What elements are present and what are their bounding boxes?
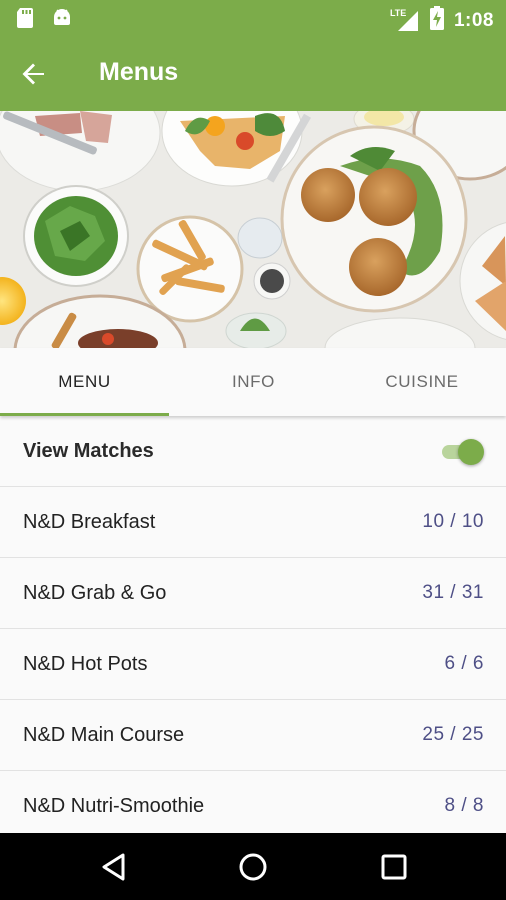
network-type-label: LTE [389, 7, 407, 18]
menu-count: 8 / 8 [444, 795, 484, 816]
menu-count: 10 / 10 [422, 511, 484, 532]
hero-image [0, 111, 506, 348]
menu-count: 25 / 25 [422, 724, 484, 745]
list-item[interactable]: N&D Breakfast 10 / 10 [0, 487, 506, 558]
back-button[interactable] [18, 58, 50, 90]
list-item[interactable]: N&D Nutri-Smoothie 8 / 8 [0, 771, 506, 833]
menu-count: 6 / 6 [444, 653, 484, 674]
tab-bar: MENU INFO CUISINE [0, 348, 506, 416]
arrow-left-icon [22, 63, 44, 85]
battery-charging-icon [429, 6, 444, 35]
menu-name: N&D Hot Pots [23, 652, 148, 675]
list-item[interactable]: N&D Main Course 25 / 25 [0, 700, 506, 771]
tab-info[interactable]: INFO [169, 348, 338, 416]
nav-back-button[interactable] [96, 849, 132, 885]
sd-card-icon [16, 7, 34, 34]
list-item[interactable]: N&D Hot Pots 6 / 6 [0, 629, 506, 700]
status-time: 1:08 [453, 9, 494, 31]
app-bar: Menus [0, 36, 506, 111]
back-triangle-icon [102, 853, 125, 881]
system-nav-bar [0, 833, 506, 900]
android-icon [52, 7, 72, 34]
menu-count: 31 / 31 [422, 582, 484, 603]
active-tab-indicator [0, 413, 169, 416]
status-bar: LTE 1:08 [0, 0, 506, 36]
home-circle-icon [239, 853, 267, 881]
view-matches-toggle[interactable] [438, 436, 484, 466]
lte-signal-icon: LTE [390, 8, 420, 33]
nav-home-button[interactable] [235, 849, 271, 885]
menu-list: View Matches N&D Breakfast 10 / 10 N&D G… [0, 416, 506, 833]
list-item[interactable]: N&D Grab & Go 31 / 31 [0, 558, 506, 629]
tab-cuisine[interactable]: CUISINE [338, 348, 506, 416]
recents-square-icon [381, 854, 407, 880]
view-matches-row: View Matches [0, 416, 506, 487]
page-title: Menus [99, 58, 179, 86]
menu-name: N&D Breakfast [23, 510, 156, 533]
tab-menu[interactable]: MENU [0, 348, 169, 416]
menu-name: N&D Nutri-Smoothie [23, 794, 205, 817]
view-matches-label: View Matches [23, 439, 154, 462]
menu-name: N&D Main Course [23, 723, 185, 746]
toggle-thumb [458, 439, 484, 465]
menu-name: N&D Grab & Go [23, 581, 167, 604]
nav-recents-button[interactable] [376, 849, 412, 885]
